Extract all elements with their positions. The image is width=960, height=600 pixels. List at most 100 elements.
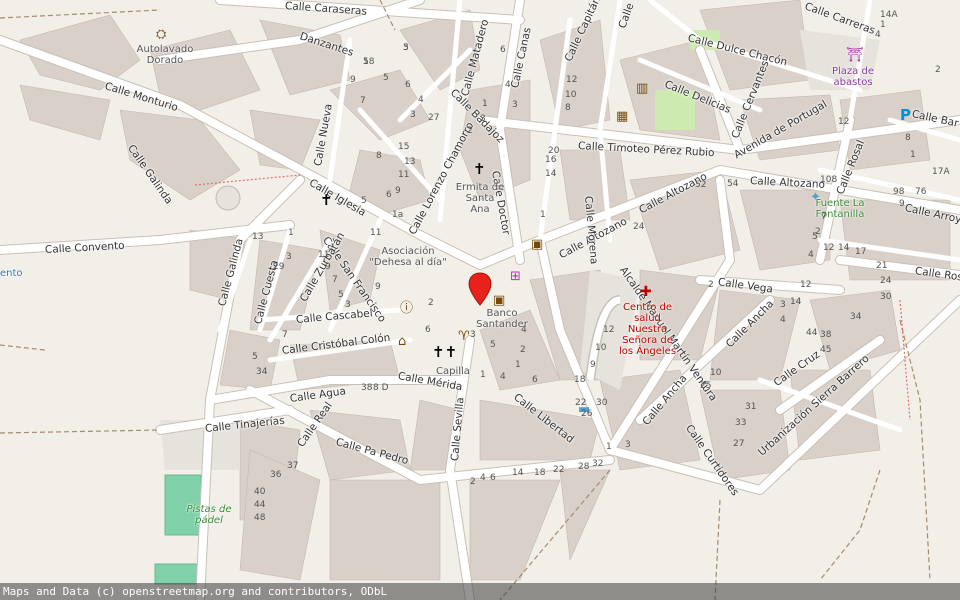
house-number: 11: [370, 228, 382, 238]
house-number: 52: [695, 180, 707, 190]
house-number: 14: [545, 169, 557, 179]
poi-health-center-label[interactable]: Centro de salud Nuestra Señora de los Án…: [615, 302, 680, 357]
house-number: 2: [708, 280, 714, 290]
house-number: 44: [806, 328, 818, 338]
house-number: 3: [470, 330, 476, 340]
house-number: 6: [500, 45, 506, 55]
car-wash-icon: ⛭: [156, 27, 167, 42]
house-number: 2: [935, 65, 941, 75]
house-number: 12: [838, 117, 850, 127]
house-number: 27: [428, 113, 440, 123]
house-number: 7: [282, 330, 288, 340]
house-number: 6: [532, 375, 538, 385]
house-number: 30: [880, 292, 892, 302]
house-number: 13: [404, 157, 416, 167]
poi-fountain-label[interactable]: Fuente La Fontanilla: [808, 198, 872, 220]
house-number: 3: [286, 252, 292, 262]
house-number: 7: [360, 96, 366, 106]
house-number: 12: [823, 243, 835, 253]
house-number: 2: [470, 477, 476, 487]
house-number: 1: [480, 370, 486, 380]
house-number: 4: [808, 250, 814, 260]
house-number: 24: [880, 276, 892, 286]
house-number: 3: [480, 114, 486, 124]
house-number: 5: [252, 352, 258, 362]
house-number: 6: [425, 325, 431, 335]
house-number: 21: [876, 261, 888, 271]
house-number: 9: [325, 262, 331, 272]
house-number: 44: [254, 500, 266, 510]
house-number: 9: [395, 186, 401, 196]
house-number: 40: [254, 487, 266, 497]
house-number: 98: [893, 187, 905, 197]
house-number: 1a: [392, 210, 404, 220]
house-number: 8: [905, 133, 911, 143]
church-icon: ✝: [320, 191, 333, 209]
house-number: 27: [733, 439, 745, 449]
house-number: 14A: [880, 10, 898, 20]
house-number: 38: [361, 383, 373, 393]
house-number: 24: [633, 222, 645, 232]
house-number: 29: [273, 262, 285, 272]
house-number: 2: [467, 126, 473, 136]
house-number: 3: [345, 300, 351, 310]
theatre-icon: ♈: [458, 329, 470, 344]
house-number: 54: [727, 179, 739, 189]
hospital-icon: ✚: [640, 284, 652, 300]
house-number: 34: [256, 367, 268, 377]
house-number: 1: [515, 360, 521, 370]
house-number: 2: [520, 345, 526, 355]
house-number: 11: [318, 250, 330, 260]
map-pin-icon[interactable]: [468, 272, 492, 306]
map-canvas[interactable]: Calle Monturio Danzantes Calle Galinda C…: [0, 0, 960, 600]
atm-icon: ▣: [531, 237, 544, 252]
house-number: 4: [505, 80, 511, 90]
house-number: 9: [350, 75, 356, 85]
shop-icon: ⊞: [510, 269, 521, 284]
house-number: 28: [578, 462, 590, 472]
house-number: 3: [512, 100, 518, 110]
cross-icon: ✝: [473, 160, 486, 178]
house-number: 22: [553, 465, 565, 475]
house-number: 7: [332, 275, 338, 285]
house-number: 37: [287, 461, 299, 471]
house-number: 2: [428, 298, 434, 308]
house-number: 10: [565, 90, 577, 100]
library-icon: ▥: [636, 81, 649, 96]
house-number: 1: [482, 99, 488, 109]
house-number: 48: [254, 513, 266, 523]
house-number: 33: [735, 418, 747, 428]
house-number: 4: [480, 473, 486, 483]
house-number: 6: [405, 80, 411, 90]
house-number: 38: [820, 330, 832, 340]
church-double-cross-icon: ✝✝: [432, 343, 458, 361]
house-number: 14: [790, 297, 802, 307]
info-icon: ⓘ: [400, 301, 414, 316]
house-number: 45: [820, 345, 832, 355]
house-number: 18: [574, 375, 586, 385]
house-number: 9: [590, 360, 596, 370]
house-number: 5: [812, 232, 818, 242]
house-number: 6: [490, 473, 496, 483]
house-number: 22: [575, 398, 587, 408]
poi-market-label[interactable]: Plaza de abastos: [828, 66, 878, 88]
house-number: 8: [376, 151, 382, 161]
poi-church-label[interactable]: Capilla: [436, 366, 470, 377]
house-number: 3: [403, 43, 409, 53]
house-number: 1: [880, 20, 886, 30]
marketplace-icon: ⛩: [846, 47, 864, 63]
poi-association-label[interactable]: Asociación "Dehesa al día": [368, 246, 448, 268]
house-number: 8 D: [373, 383, 389, 393]
poi-car-wash-label[interactable]: Autolavado Dorado: [135, 44, 195, 66]
cinema-icon: ▦: [616, 109, 629, 124]
house-number: 13: [252, 232, 264, 242]
house-number: 5: [363, 57, 369, 67]
poi-chapel-label[interactable]: Ermita de Santa Ana: [455, 182, 505, 215]
house-number: 10: [710, 368, 722, 378]
house-number: 15: [398, 142, 410, 152]
house-number: 6: [386, 190, 392, 200]
map-attribution[interactable]: Maps and Data (c) openstreetmap.org and …: [0, 583, 960, 600]
townhall-icon: ⌂: [398, 334, 407, 349]
poi-padel-label[interactable]: Pistas de pádel: [185, 504, 233, 526]
house-number: 36: [270, 470, 282, 480]
